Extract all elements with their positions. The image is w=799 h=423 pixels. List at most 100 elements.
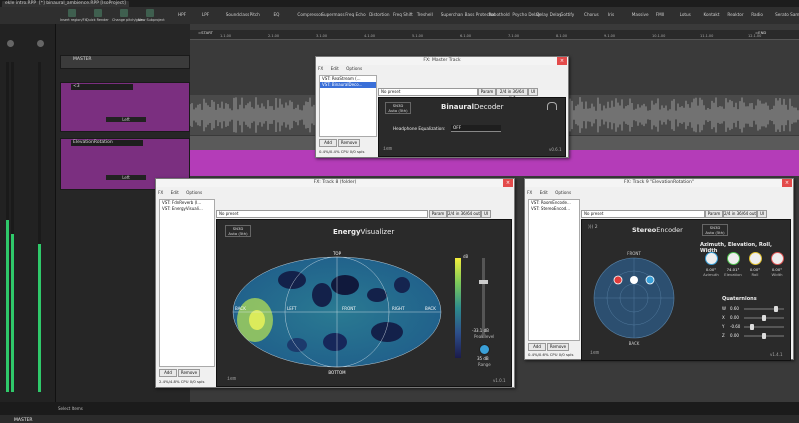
knob-dial-icon[interactable] bbox=[704, 252, 718, 265]
param-button[interactable]: Param bbox=[429, 210, 447, 218]
add-button[interactable]: Add bbox=[319, 139, 337, 147]
toolbar-fx-button[interactable]: Superchan bbox=[441, 12, 463, 17]
binaural-decoder-plugin[interactable]: SN3D Auto (5th) BinauralDecoder Headphone… bbox=[378, 97, 566, 157]
menu-fx[interactable]: FX bbox=[318, 66, 323, 71]
ui-button[interactable]: UI bbox=[757, 210, 767, 218]
quat-slider-thumb[interactable] bbox=[750, 324, 754, 330]
knob-dial-icon[interactable] bbox=[726, 252, 740, 265]
knob-elevation[interactable]: 74.01° Elevation bbox=[722, 252, 744, 277]
menu-fx[interactable]: FX bbox=[527, 190, 532, 195]
track9-fx-list[interactable]: VST: RoomEncode... VST: StereoEncod... bbox=[528, 199, 580, 341]
toolbar-fx-button[interactable]: Lotus bbox=[680, 12, 691, 17]
quat-row-y[interactable]: Y -0.60 bbox=[700, 323, 788, 331]
quat-slider-thumb[interactable] bbox=[762, 315, 766, 321]
track8-fx-window[interactable]: FX: Track 8 (folder) × FX Edit Options V… bbox=[155, 178, 515, 388]
quat-row-z[interactable]: Z 0.00 bbox=[700, 332, 788, 340]
toolbar-fx-button[interactable]: Treshell bbox=[417, 12, 433, 17]
track-3-pan[interactable]: Left bbox=[106, 117, 146, 122]
toolbar-fx-button[interactable]: Chorus bbox=[584, 12, 599, 17]
remove-button[interactable]: Remove bbox=[178, 369, 200, 377]
track9-fx-window[interactable]: FX: Track 9 "ElevationRotation" × FX Edi… bbox=[524, 178, 794, 361]
toolbar-action-icon[interactable] bbox=[94, 9, 102, 17]
fx-item-energyvisualizer[interactable]: VST: EnergyVisuali... bbox=[160, 206, 214, 212]
preset-select[interactable]: No preset bbox=[378, 88, 478, 96]
menu-edit[interactable]: Edit bbox=[171, 190, 179, 195]
io-button[interactable]: 2/4 in 36/64 out bbox=[723, 210, 757, 218]
track8-fx-list[interactable]: VST: FdnReverb (I... VST: EnergyVisuali.… bbox=[159, 199, 215, 367]
param-button[interactable]: Param bbox=[478, 88, 496, 96]
toolbar-action-icon[interactable] bbox=[68, 9, 76, 17]
toolbar-fx-button[interactable]: Kontakt bbox=[703, 12, 719, 17]
toolbar-fx-button[interactable]: Radio bbox=[751, 12, 763, 17]
peak-slider-thumb[interactable] bbox=[479, 280, 488, 284]
menu-edit[interactable]: Edit bbox=[331, 66, 339, 71]
headphone-eq-select[interactable]: OFF bbox=[451, 125, 501, 132]
toolbar-fx-button[interactable]: Pitch bbox=[250, 12, 260, 17]
normalization-select[interactable]: SN3D Auto (5th) bbox=[385, 102, 411, 114]
param-button[interactable]: Param bbox=[705, 210, 723, 218]
knob-width[interactable]: 0.00° Width bbox=[766, 252, 788, 277]
quat-slider-thumb[interactable] bbox=[774, 306, 778, 312]
toolbar-action-icon[interactable] bbox=[120, 9, 128, 17]
close-icon[interactable]: × bbox=[782, 179, 792, 187]
toolbar-fx-button[interactable]: Delay Delay bbox=[536, 12, 561, 17]
toolbar-action[interactable]: New Subproject bbox=[138, 18, 165, 22]
toolbar-action[interactable]: Insert region/FX bbox=[60, 18, 87, 22]
add-button[interactable]: Add bbox=[159, 369, 177, 377]
remove-button[interactable]: Remove bbox=[547, 343, 569, 351]
close-icon[interactable]: × bbox=[557, 57, 567, 65]
toolbar-fx-button[interactable]: EQ bbox=[274, 12, 280, 17]
toolbar-fx-button[interactable]: Iris bbox=[608, 12, 614, 17]
pan-knob[interactable] bbox=[6, 39, 15, 48]
knob-roll[interactable]: 0.00° Roll bbox=[744, 252, 766, 277]
toolbar-fx-button[interactable]: Reaktor bbox=[727, 12, 743, 17]
menu-options[interactable]: Options bbox=[346, 66, 362, 71]
toolbar-fx-button[interactable]: Freq Shift bbox=[393, 12, 413, 17]
pan-knob-master[interactable] bbox=[36, 39, 45, 48]
toolbar-action[interactable]: Quick Render bbox=[86, 18, 109, 22]
menu-fx[interactable]: FX bbox=[158, 190, 163, 195]
master-fx-window[interactable]: FX: Master Track × FX Edit Options VST: … bbox=[315, 56, 569, 158]
normalization-select[interactable]: SN3D Auto (5th) bbox=[702, 224, 728, 236]
quat-row-w[interactable]: W 0.60 bbox=[700, 305, 788, 313]
track-elevation-pan[interactable]: Left bbox=[106, 175, 146, 180]
toolbar-fx-button[interactable]: Compressor bbox=[297, 12, 322, 17]
knob-dial-icon[interactable] bbox=[770, 252, 784, 265]
menu-options[interactable]: Options bbox=[186, 190, 202, 195]
quat-slider-track[interactable] bbox=[744, 308, 784, 310]
toolbar-fx-button[interactable]: Distortion bbox=[369, 12, 390, 17]
preset-select[interactable]: No preset bbox=[216, 210, 428, 218]
toolbar-fx-button[interactable]: Supermass bbox=[321, 12, 344, 17]
encoder-sphere[interactable]: FRONT BACK bbox=[588, 248, 680, 348]
normalization-select[interactable]: SN3D Auto (5th) bbox=[225, 225, 251, 237]
knob-azimuth[interactable]: 0.00° Azimuth bbox=[700, 252, 722, 277]
knob-dial-icon[interactable] bbox=[748, 252, 762, 265]
add-button[interactable]: Add bbox=[528, 343, 546, 351]
toolbar-fx-button[interactable]: Massive bbox=[632, 12, 649, 17]
toolbar-fx-button[interactable]: HPF bbox=[178, 12, 186, 17]
preset-select[interactable]: No preset bbox=[581, 210, 705, 218]
io-button[interactable]: 2/4 in 36/64 out bbox=[496, 88, 528, 100]
toolbar-fx-button[interactable]: Serato Sample bbox=[775, 12, 799, 17]
peak-slider[interactable] bbox=[482, 258, 485, 338]
toolbar-fx-button[interactable]: FMII bbox=[656, 12, 665, 17]
energy-visualizer-plugin[interactable]: SN3D Auto (5th) EnergyVisualizer TOP BOT… bbox=[216, 219, 512, 387]
ui-button[interactable]: UI bbox=[528, 88, 538, 96]
track-master[interactable]: MASTER bbox=[60, 55, 190, 69]
remove-button[interactable]: Remove bbox=[338, 139, 360, 147]
track-3[interactable]: <3 Left bbox=[60, 82, 190, 132]
track-3-name[interactable]: <3 bbox=[71, 84, 133, 90]
toolbar-action-icon[interactable] bbox=[146, 9, 154, 17]
close-icon[interactable]: × bbox=[503, 179, 513, 187]
track-elevation-name[interactable]: ElevationRotation bbox=[71, 140, 143, 146]
quat-slider-thumb[interactable] bbox=[762, 333, 766, 339]
marker-start[interactable]: =START bbox=[198, 30, 213, 35]
range-knob[interactable] bbox=[479, 344, 490, 355]
master-fx-list[interactable]: VST: ReaStream (... VST: BinauralDeco... bbox=[319, 75, 377, 137]
menu-options[interactable]: Options bbox=[555, 190, 571, 195]
io-button[interactable]: 2/4 in 36/64 out bbox=[447, 210, 481, 218]
toolbar-fx-button[interactable]: LPF bbox=[202, 12, 209, 17]
toolbar-fx-button[interactable]: Freq Echo bbox=[345, 12, 365, 17]
quat-row-x[interactable]: X 0.00 bbox=[700, 314, 788, 322]
fx-item-binauraldecoder[interactable]: VST: BinauralDeco... bbox=[320, 82, 376, 88]
